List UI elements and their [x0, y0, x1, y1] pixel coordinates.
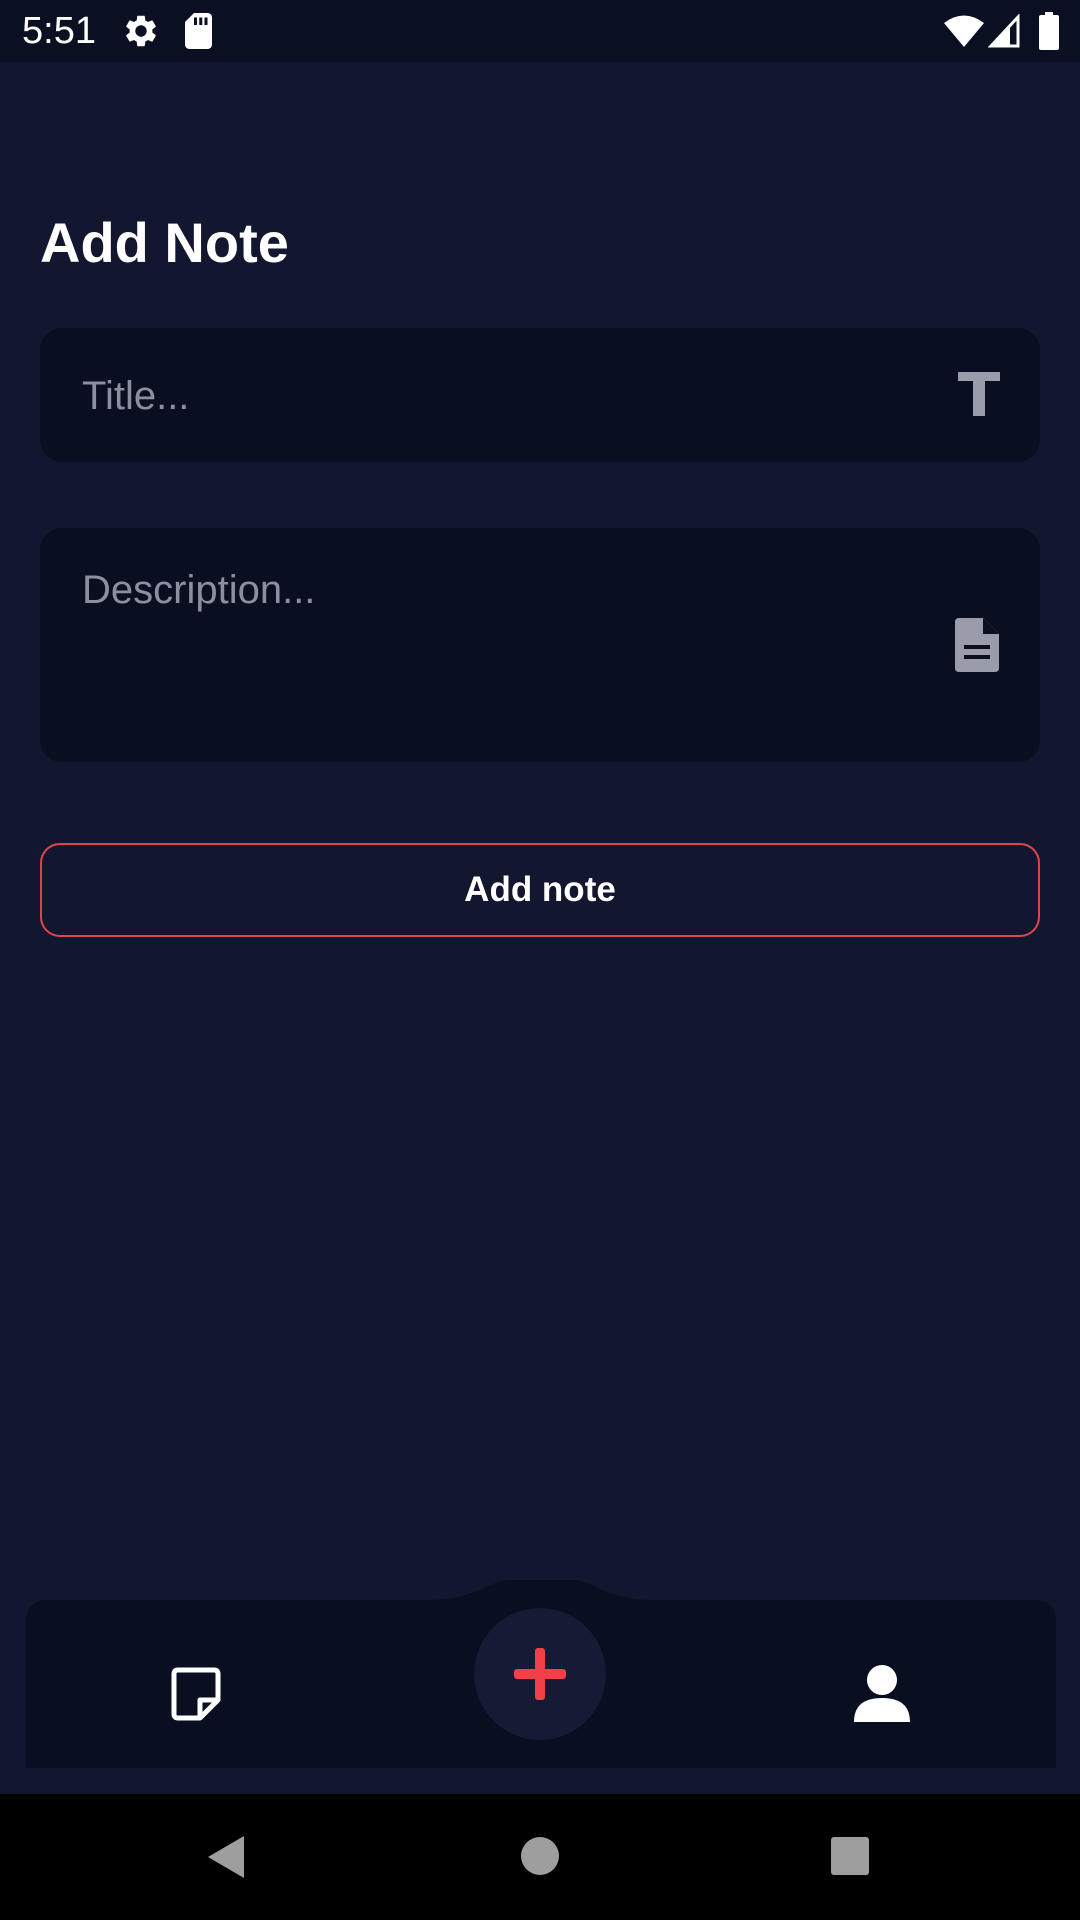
description-field-container — [40, 528, 1040, 762]
status-time: 5:51 — [22, 10, 96, 52]
text-format-icon — [958, 372, 1000, 416]
recents-icon[interactable] — [830, 1836, 870, 1876]
nav-item-notes[interactable] — [168, 1666, 224, 1722]
sticky-note-icon — [171, 1667, 221, 1721]
plus-icon — [514, 1648, 566, 1700]
add-note-button[interactable]: Add note — [40, 843, 1040, 937]
settings-icon — [126, 15, 156, 47]
battery-icon — [1039, 12, 1059, 50]
person-icon — [854, 1665, 910, 1722]
screen: 5:51 Add Note Title... Description... Ad… — [0, 0, 1080, 1920]
nav-item-profile[interactable] — [852, 1664, 912, 1724]
wifi-icon — [944, 15, 984, 47]
signal-icon — [988, 14, 1020, 48]
page-title: Add Note — [40, 211, 289, 274]
home-icon[interactable] — [520, 1836, 560, 1876]
title-field-container — [40, 328, 1040, 462]
back-icon[interactable] — [206, 1834, 246, 1880]
status-bar: 5:51 — [0, 0, 1080, 62]
title-input[interactable] — [82, 368, 922, 424]
sd-card-icon — [185, 13, 212, 49]
document-icon — [955, 618, 999, 672]
add-fab-button[interactable] — [474, 1608, 606, 1740]
description-input[interactable] — [82, 568, 922, 728]
system-nav-bar — [0, 1794, 1080, 1920]
